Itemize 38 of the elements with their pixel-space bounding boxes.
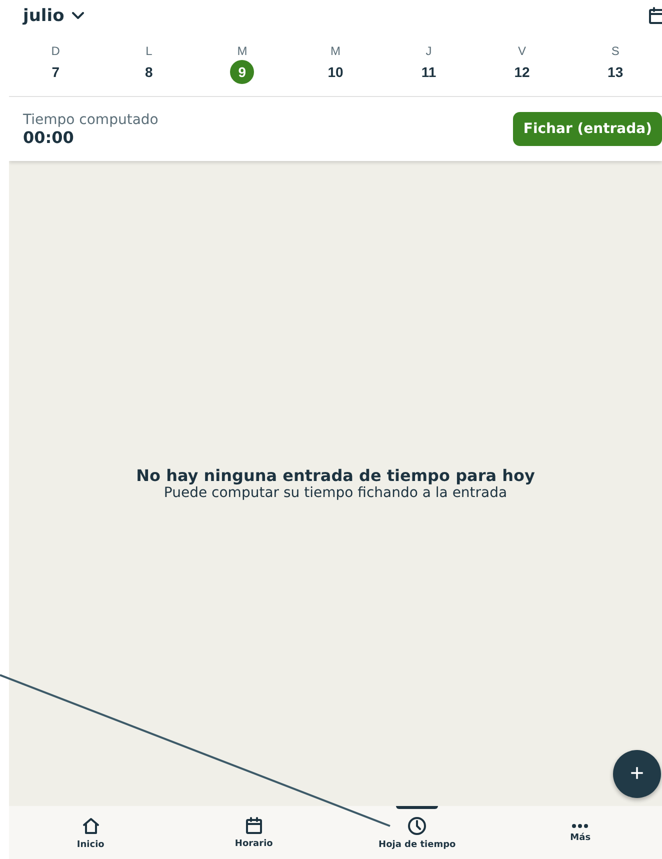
weekday-label: S (611, 44, 620, 58)
day-number: 10 (326, 63, 344, 82)
day-number: 12 (513, 63, 531, 82)
nav-item[interactable]: Más (498, 806, 662, 859)
day-button[interactable]: V 12 (475, 44, 569, 84)
chevron-down-icon (72, 12, 84, 20)
day-number: 11 (420, 63, 438, 82)
summary-label: Tiempo computado (23, 112, 158, 128)
empty-state-title: No hay ninguna entrada de tiempo para hoy (136, 466, 535, 485)
day-button[interactable]: J 11 (382, 44, 476, 84)
weekday-label: M (237, 44, 248, 58)
month-selector[interactable]: julio (23, 6, 84, 26)
day-number: 7 (50, 63, 61, 82)
weekday-label: V (518, 44, 526, 58)
day-button[interactable]: M 10 (288, 44, 382, 84)
summary-value: 00:00 (23, 128, 75, 146)
day-number: 9 (230, 60, 254, 84)
add-button[interactable]: + (613, 750, 661, 798)
clock-icon (407, 816, 428, 836)
day-button[interactable]: S 13 (568, 44, 662, 84)
calendar-icon[interactable] (648, 7, 662, 25)
day-button[interactable]: M 9 (196, 44, 289, 84)
empty-state-subtitle: Puede computar su tiempo fichando a la entrada (164, 485, 508, 501)
nav-item[interactable]: Hoja de tiempo (336, 806, 499, 859)
weekday-label: D (51, 44, 60, 58)
more-icon (571, 822, 590, 828)
clock-in-button[interactable]: Fichar (entrada) (513, 112, 662, 146)
calendar-icon (244, 816, 263, 834)
weekday-label: M (330, 44, 340, 58)
day-number: 8 (144, 63, 154, 82)
home-icon (80, 816, 101, 836)
nav-item[interactable]: Horario (172, 806, 336, 859)
weekday-label: L (146, 44, 152, 58)
day-button[interactable]: D 7 (9, 44, 102, 84)
nav-item[interactable]: Inicio (9, 806, 172, 859)
day-button[interactable]: L 8 (102, 44, 196, 84)
weekday-label: J (426, 44, 432, 58)
day-number: 13 (606, 63, 624, 82)
